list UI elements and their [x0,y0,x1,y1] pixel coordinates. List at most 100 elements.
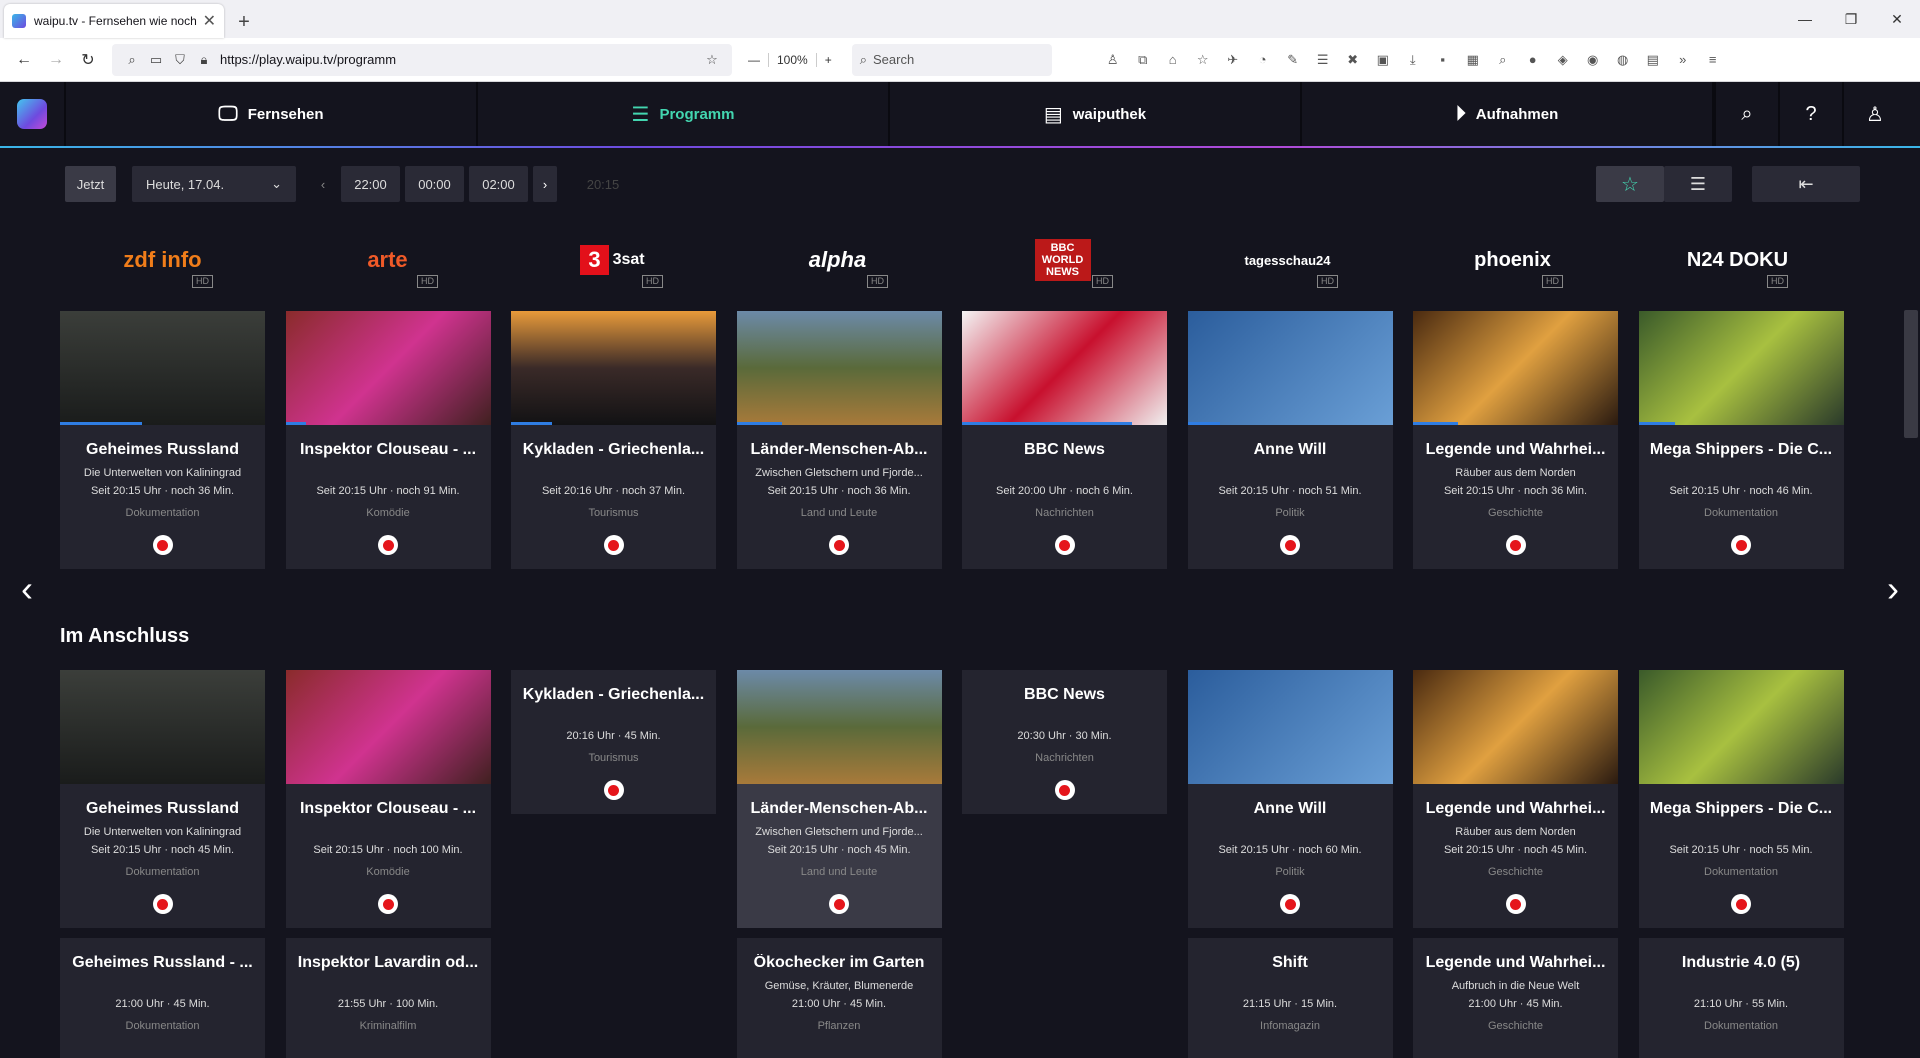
reload-icon[interactable]: ↻ [72,44,104,76]
prev-time-button[interactable]: ‹ [312,166,334,202]
extension-icon[interactable]: ▦ [1462,49,1484,71]
program-card[interactable]: Inspektor Clouseau - ... Seit 20:15 Uhr ·… [285,311,491,569]
record-button[interactable] [378,894,398,914]
nav-fernsehen[interactable]: 🖵︎ Fernsehen [66,82,478,146]
list-view-button[interactable]: ☰ [1664,166,1732,202]
record-button[interactable] [1505,535,1526,555]
extension-icon[interactable]: ✈ [1222,49,1244,71]
minimize-icon[interactable]: — [1782,0,1828,38]
nav-waiputhek[interactable]: ▤ waiputhek [890,82,1302,146]
program-card[interactable]: Länder-Menschen-Ab... Zwischen Gletschern… [736,311,942,569]
program-card[interactable]: Geheimes Russland - ... 21:00 Uhr · 45 Mi… [60,938,265,1058]
menu-icon[interactable]: ≡ [1702,49,1724,71]
back-icon[interactable]: ← [8,44,40,76]
restore-icon[interactable]: ❐ [1828,0,1874,38]
waipu-logo[interactable] [0,82,66,146]
download-icon[interactable]: ⤓ [1402,49,1424,71]
record-button[interactable] [1505,894,1526,914]
channel-logo[interactable]: alpha HD [735,228,940,292]
record-button[interactable] [603,535,624,555]
program-card[interactable]: BBC News Seit 20:00 Uhr · noch 6 Min. Nach… [962,311,1167,569]
search-button[interactable]: ⌕ [1714,82,1778,146]
sort-button[interactable]: ⇤ [1752,166,1860,202]
favorites-button[interactable]: ☆ [1596,166,1664,202]
program-card[interactable]: Inspektor Clouseau - ... Seit 20:15 Uhr ·… [285,670,491,928]
record-button[interactable] [1054,780,1075,800]
channel-logo[interactable]: zdf info HD [60,228,265,292]
program-card[interactable]: Mega Shippers - Die C... Seit 20:15 Uhr ·… [1638,311,1844,569]
date-select[interactable]: Heute, 17.04. ⌄ [132,166,296,202]
program-card[interactable]: Länder-Menschen-Ab... Zwischen Gletschern… [736,670,942,928]
record-button[interactable] [1054,535,1075,555]
program-card[interactable]: Legende und Wahrhei... Aufbruch in die Ne… [1413,938,1618,1058]
record-button[interactable] [829,535,849,555]
extension-icon[interactable]: ✖ [1342,49,1364,71]
close-window-icon[interactable]: ✕ [1874,0,1920,38]
channel-logo[interactable]: N24 DOKU HD [1635,228,1840,292]
extension-icon[interactable]: ◍ [1612,49,1634,71]
extension-icon[interactable]: ◔ [1252,49,1274,71]
record-button[interactable] [378,535,398,555]
extensions-icon[interactable]: ⧉ [1132,49,1154,71]
program-card[interactable]: Legende und Wahrhei... Räuber aus dem Nor… [1413,670,1618,928]
scrollbar-thumb[interactable] [1904,310,1918,438]
bookmark-star-icon[interactable]: ☆ [700,52,724,68]
program-card[interactable]: Geheimes Russland Die Unterwelten von Kal… [60,311,265,569]
zoom-in-button[interactable]: + [817,53,840,67]
time-0200-button[interactable]: 02:00 [469,166,528,202]
extension-icon[interactable]: ✎ [1282,49,1304,71]
url-bar[interactable]: ⌕ ▭ ⛉ 🔒︎ https://play.waipu.tv/programm … [112,43,732,76]
extension-icon[interactable]: ☰ [1312,49,1334,71]
time-2200-button[interactable]: 22:00 [341,166,400,202]
extension-icon[interactable]: ◉ [1582,49,1604,71]
program-card[interactable]: Mega Shippers - Die C... Seit 20:15 Uhr ·… [1638,670,1844,928]
program-card[interactable]: Anne Will Seit 20:15 Uhr · noch 60 Min. Po… [1187,670,1393,928]
account-icon[interactable]: ♙ [1102,49,1124,71]
nav-aufnahmen[interactable]: ⏵ Aufnahmen [1302,82,1714,146]
record-button[interactable] [1731,535,1751,555]
extension-icon[interactable]: ◈ [1552,49,1574,71]
program-card[interactable]: Industrie 4.0 (5) 21:10 Uhr · 55 Min. Doku… [1638,938,1844,1058]
scroll-right-button[interactable]: › [1878,568,1908,610]
help-button[interactable]: ? [1778,82,1842,146]
time-0000-button[interactable]: 00:00 [405,166,464,202]
extension-icon[interactable]: ▤ [1642,49,1664,71]
overflow-icon[interactable]: » [1672,49,1694,71]
home-icon[interactable]: ⌂ [1162,49,1184,71]
profile-button[interactable]: ♙ [1842,82,1906,146]
new-tab-button[interactable]: + [228,6,260,38]
extension-icon[interactable]: ▣ [1372,49,1394,71]
record-button[interactable] [1731,894,1751,914]
pocket-icon[interactable]: ☆ [1192,49,1214,71]
record-button[interactable] [1280,894,1300,914]
program-card[interactable]: Kykladen - Griechenla... 20:16 Uhr · 45 M… [511,670,716,814]
shield-icon[interactable]: ⛉ [168,52,192,68]
zoom-level[interactable]: 100% [768,52,817,67]
nav-programm[interactable]: ☰ Programm [478,82,890,146]
extension-icon[interactable]: ⌕ [1492,49,1514,71]
next-time-button[interactable]: › [533,166,557,202]
program-card[interactable]: Geheimes Russland Die Unterwelten von Kal… [60,670,265,928]
record-button[interactable] [603,780,624,800]
channel-logo[interactable]: 3 3sat HD [510,228,715,292]
program-card[interactable]: Kykladen - Griechenla... Seit 20:16 Uhr ·… [511,311,716,569]
browser-search-input[interactable]: ⌕ Search [851,43,1052,76]
record-button[interactable] [152,535,173,555]
program-card[interactable]: BBC News 20:30 Uhr · 30 Min. Nachrichten [962,670,1167,814]
channel-logo[interactable]: phoenix HD [1410,228,1615,292]
extension-icon[interactable]: ● [1522,49,1544,71]
forward-icon[interactable]: → [40,44,72,76]
close-tab-icon[interactable]: ✕ [203,11,216,31]
channel-logo[interactable]: BBC WORLD NEWS HD [960,228,1165,292]
now-button[interactable]: Jetzt [65,166,116,202]
url-text[interactable]: https://play.waipu.tv/programm [220,52,700,67]
record-button[interactable] [829,894,849,914]
program-card[interactable]: Legende und Wahrhei... Räuber aus dem Nor… [1413,311,1618,569]
zoom-out-button[interactable]: — [740,53,768,67]
program-card[interactable]: Ökochecker im Garten Gemüse, Kräuter, Blu… [736,938,942,1058]
scroll-left-button[interactable]: ‹ [12,568,42,610]
program-card[interactable]: Inspektor Lavardin od... 21:55 Uhr · 100 … [285,938,491,1058]
page-scrollbar[interactable] [1904,310,1920,438]
channel-logo[interactable]: tagesschau24 HD [1185,228,1390,292]
extension-icon[interactable]: ▪ [1432,49,1454,71]
